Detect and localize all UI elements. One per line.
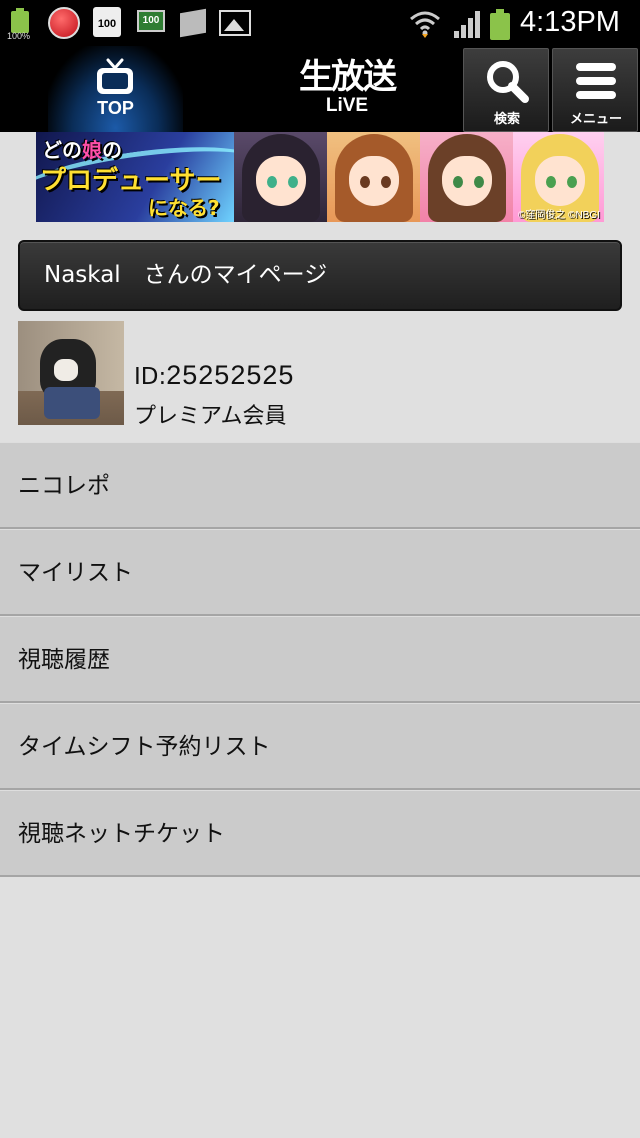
search-label: 検索 <box>493 112 520 127</box>
calendar-icon: 100 <box>93 7 123 39</box>
promo-banner[interactable]: どの娘の プロデューサー になる? ©窪岡俊之 ©NBGI <box>36 132 604 222</box>
menu-item-net-tickets[interactable]: 視聴ネットチケット <box>0 790 640 877</box>
tv-icon <box>97 58 133 94</box>
menu-label: メニュー <box>569 112 622 127</box>
app-header: TOP 生放送 LiVE 検索 メニュー <box>0 46 640 132</box>
clock: 4:13PM <box>520 6 620 38</box>
banner-line-3: になる? <box>148 196 220 220</box>
wifi-icon <box>410 11 440 38</box>
menu-item-timeshift-reservations[interactable]: タイムシフト予約リスト <box>0 703 640 790</box>
image-icon <box>219 7 253 39</box>
battery-icon <box>488 7 512 40</box>
security-app-icon <box>48 7 82 39</box>
top-label: TOP <box>97 98 134 118</box>
page-title: Naskal さんのマイページ <box>18 240 622 311</box>
banner-line-1: どの娘の <box>42 138 122 162</box>
banner-character-3 <box>420 132 513 222</box>
app-badge-icon: 100 <box>137 10 167 34</box>
status-bar: 100% 100 100 4:13PM <box>0 0 640 46</box>
hamburger-menu-icon <box>576 63 616 99</box>
membership-status: プレミアム会員 <box>134 404 287 429</box>
logo-subtext: LiVE <box>325 95 369 116</box>
banner-copyright: ©窪岡俊之 ©NBGI <box>518 210 600 221</box>
top-button[interactable]: TOP <box>48 46 183 132</box>
battery-notification-icon: 100% <box>7 7 31 41</box>
menu-item-watch-history[interactable]: 視聴履歴 <box>0 616 640 703</box>
banner-character-2 <box>327 132 420 222</box>
user-id: ID:25252525 <box>134 360 295 390</box>
menu-item-mylist[interactable]: マイリスト <box>0 529 640 616</box>
logo-text: 生放送 <box>299 57 397 97</box>
avatar <box>18 321 124 425</box>
flag-icon <box>180 7 208 39</box>
signal-icon <box>454 11 480 38</box>
banner-character-1 <box>234 132 327 222</box>
menu-button[interactable]: メニュー <box>552 48 638 132</box>
battery-percent-label: 100% <box>7 31 31 41</box>
search-button[interactable]: 検索 <box>463 48 549 132</box>
mypage-menu-list: ニコレポ マイリスト 視聴履歴 タイムシフト予約リスト 視聴ネットチケット <box>0 442 640 877</box>
search-icon <box>487 61 529 103</box>
niconama-logo[interactable]: 生放送 LiVE <box>296 58 398 122</box>
menu-item-nicorepo[interactable]: ニコレポ <box>0 442 640 529</box>
